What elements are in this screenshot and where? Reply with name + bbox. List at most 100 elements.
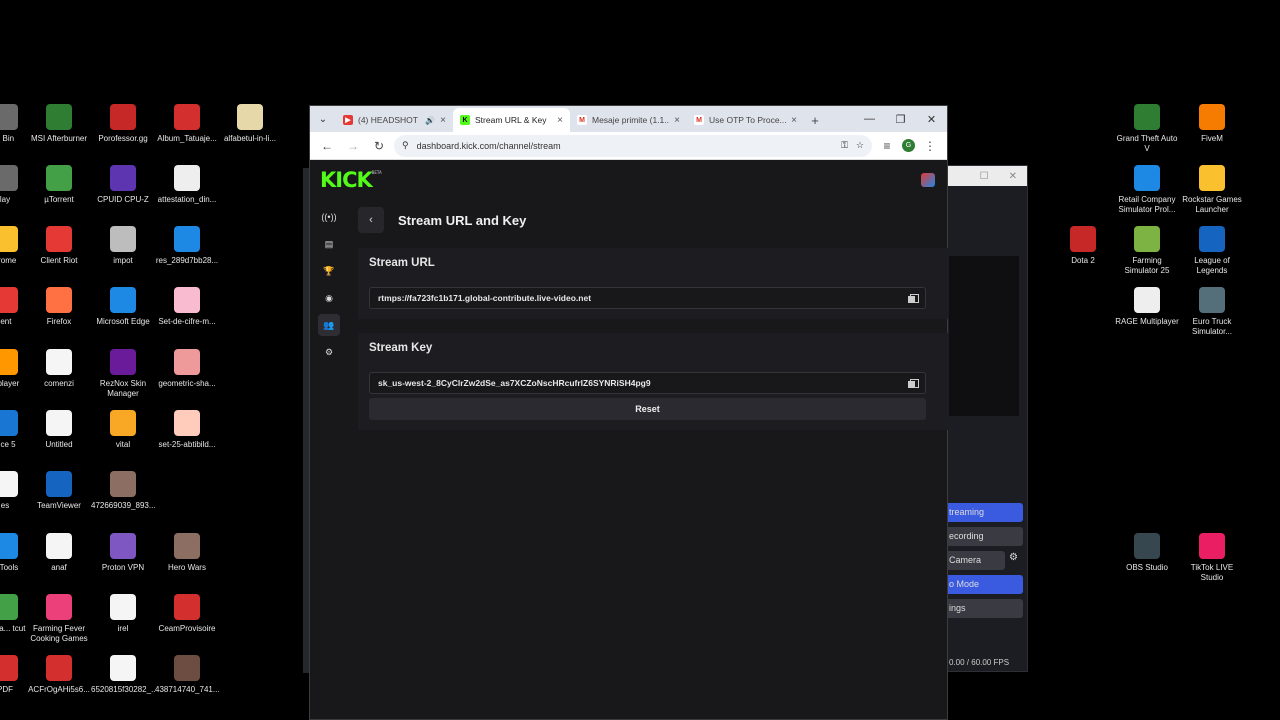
- app-icon: [1134, 287, 1160, 313]
- bookmark-star-icon[interactable]: ☆: [856, 140, 864, 151]
- stream-url-field[interactable]: rtmps://fa723fc1b171.global-contribute.l…: [369, 287, 926, 309]
- start-recording-button[interactable]: ecording: [947, 527, 1023, 546]
- desktop-icon[interactable]: Microsoft Edge: [91, 287, 155, 327]
- maximize-icon[interactable]: ☐: [980, 171, 989, 182]
- close-window-icon[interactable]: ✕: [916, 106, 947, 132]
- close-tab-icon[interactable]: ×: [674, 115, 680, 126]
- desktop-icon-label: 438714740_741...: [155, 685, 219, 694]
- url-text[interactable]: dashboard.kick.com/channel/stream: [417, 141, 833, 151]
- desktop-icon[interactable]: Rockstar Games Launcher: [1180, 165, 1244, 214]
- copy-icon[interactable]: [908, 378, 919, 388]
- tab-search-icon[interactable]: ⌄: [310, 106, 336, 132]
- stream-broadcast-icon[interactable]: ((•)): [318, 206, 340, 228]
- kick-dashboard: KICK BETA ((•)) ▤ 🏆 ◉ 👥 ⚙ ‹ Stream URL an…: [310, 161, 948, 719]
- browser-tab[interactable]: ▶ (4) HEADSHOT 🔊 ×: [336, 108, 453, 132]
- profile-avatar[interactable]: G: [902, 139, 915, 152]
- password-key-icon[interactable]: ⚿: [841, 140, 848, 151]
- reset-button[interactable]: Reset: [369, 398, 926, 420]
- desktop-icon[interactable]: comenzi: [27, 349, 91, 389]
- desktop-icon[interactable]: MSI Afterburner: [27, 104, 91, 144]
- camera-icon[interactable]: ◉: [318, 287, 340, 309]
- back-arrow-icon[interactable]: ←: [316, 135, 338, 157]
- desktop-icon[interactable]: Proton VPN: [91, 533, 155, 573]
- desktop-icon[interactable]: Album_Tatuaje...: [155, 104, 219, 144]
- virtual-camera-button[interactable]: Camera: [947, 551, 1005, 570]
- desktop-icon[interactable]: geometric-sha...: [155, 349, 219, 389]
- desktop-icon[interactable]: Retail Company Simulator Prol...: [1115, 165, 1179, 214]
- desktop-icon[interactable]: League of Legends: [1180, 226, 1244, 275]
- app-icon: [1134, 533, 1160, 559]
- forward-arrow-icon[interactable]: →: [342, 135, 364, 157]
- reload-icon[interactable]: ↻: [368, 135, 390, 157]
- site-info-icon[interactable]: ⚲: [402, 140, 409, 151]
- kick-logo[interactable]: KICK BETA: [320, 168, 382, 192]
- minimize-icon[interactable]: —: [854, 106, 885, 132]
- user-avatar[interactable]: [921, 173, 935, 187]
- desktop-icon[interactable]: CPUID CPU-Z: [91, 165, 155, 205]
- desktop-icon[interactable]: OBS Studio: [1115, 533, 1179, 573]
- stream-url-value[interactable]: rtmps://fa723fc1b171.global-contribute.l…: [378, 293, 908, 303]
- desktop-icon[interactable]: RAGE Multiplayer: [1115, 287, 1179, 327]
- back-button[interactable]: ‹: [358, 207, 384, 233]
- close-icon[interactable]: ✕: [1009, 171, 1017, 182]
- desktop-icon[interactable]: TeamViewer: [27, 471, 91, 511]
- trophy-icon[interactable]: 🏆: [318, 260, 340, 282]
- desktop-icon[interactable]: res_289d7bb28...: [155, 226, 219, 266]
- desktop-icon[interactable]: ACFrOgAHi5s6...: [27, 655, 91, 695]
- start-streaming-button[interactable]: treaming: [947, 503, 1023, 522]
- desktop-icon[interactable]: FiveM: [1180, 104, 1244, 144]
- menu-dots-icon[interactable]: ⋮: [919, 135, 941, 157]
- desktop-icon[interactable]: TikTok LIVE Studio: [1180, 533, 1244, 582]
- browser-tab[interactable]: M Mesaje primite (1.1... ×: [570, 108, 687, 132]
- settings-button[interactable]: ings: [947, 599, 1023, 618]
- desktop-icon[interactable]: Client Riot: [27, 226, 91, 266]
- desktop-icon[interactable]: set-25-abtibild...: [155, 410, 219, 450]
- app-icon: [174, 349, 200, 375]
- close-tab-icon[interactable]: ×: [791, 115, 797, 126]
- desktop-icon-label: RezNox Skin Manager: [99, 379, 147, 398]
- desktop-icon[interactable]: anaf: [27, 533, 91, 573]
- desktop-icon[interactable]: CeamProvisoire: [155, 594, 219, 634]
- audio-playing-icon[interactable]: 🔊: [425, 116, 435, 125]
- stream-key-field[interactable]: sk_us-west-2_8CyClrZw2dSe_as7XCZoNscHRcu…: [369, 372, 926, 394]
- desktop-icon[interactable]: attestation_din...: [155, 165, 219, 205]
- close-tab-icon[interactable]: ×: [557, 115, 563, 126]
- desktop-icon[interactable]: Untitled: [27, 410, 91, 450]
- copy-icon[interactable]: [908, 293, 919, 303]
- desktop-icon[interactable]: Dota 2: [1051, 226, 1115, 266]
- desktop-icon-label: alfabetul-in-li...: [223, 134, 277, 143]
- desktop-icon[interactable]: 472669039_893...: [91, 471, 155, 511]
- browser-tab[interactable]: K Stream URL & Key ×: [453, 108, 570, 132]
- desktop-icon-label: set-25-abtibild...: [158, 440, 216, 449]
- gear-icon[interactable]: ⚙: [1009, 552, 1018, 563]
- close-tab-icon[interactable]: ×: [440, 115, 446, 126]
- desktop-icon[interactable]: Hero Wars: [155, 533, 219, 573]
- desktop-icon-label: OBS Studio: [1126, 563, 1168, 572]
- desktop-icon[interactable]: Set-de-cifre-m...: [155, 287, 219, 327]
- desktop-icon[interactable]: Porofessor.gg: [91, 104, 155, 144]
- desktop-icon[interactable]: alfabetul-in-li...: [218, 104, 282, 144]
- new-tab-button[interactable]: +: [804, 108, 826, 132]
- media-controls-icon[interactable]: ≡: [876, 135, 898, 157]
- browser-tab[interactable]: M Use OTP To Proce... ×: [687, 108, 804, 132]
- address-bar[interactable]: ⚲ dashboard.kick.com/channel/stream ⚿ ☆: [394, 134, 872, 157]
- settings-gear-icon[interactable]: ⚙: [318, 341, 340, 363]
- desktop-icon[interactable]: 438714740_741...: [155, 655, 219, 695]
- desktop-icon[interactable]: Firefox: [27, 287, 91, 327]
- analytics-icon[interactable]: ▤: [318, 233, 340, 255]
- desktop-icon[interactable]: impot: [91, 226, 155, 266]
- users-icon[interactable]: 👥: [318, 314, 340, 336]
- desktop-icon[interactable]: Farming Fever Cooking Games: [27, 594, 91, 643]
- desktop-icon[interactable]: Grand Theft Auto V: [1115, 104, 1179, 153]
- desktop-icon[interactable]: irel: [91, 594, 155, 634]
- studio-mode-button[interactable]: o Mode: [947, 575, 1023, 594]
- stream-key-value[interactable]: sk_us-west-2_8CyClrZw2dSe_as7XCZoNscHRcu…: [378, 378, 908, 388]
- app-icon: [1199, 104, 1225, 130]
- desktop-icon[interactable]: vital: [91, 410, 155, 450]
- restore-icon[interactable]: ❐: [885, 106, 916, 132]
- desktop-icon[interactable]: µTorrent: [27, 165, 91, 205]
- desktop-icon[interactable]: Euro Truck Simulator...: [1180, 287, 1244, 336]
- desktop-icon[interactable]: Farming Simulator 25: [1115, 226, 1179, 275]
- desktop-icon[interactable]: 6520815f30282_...: [91, 655, 155, 695]
- desktop-icon[interactable]: RezNox Skin Manager: [91, 349, 155, 398]
